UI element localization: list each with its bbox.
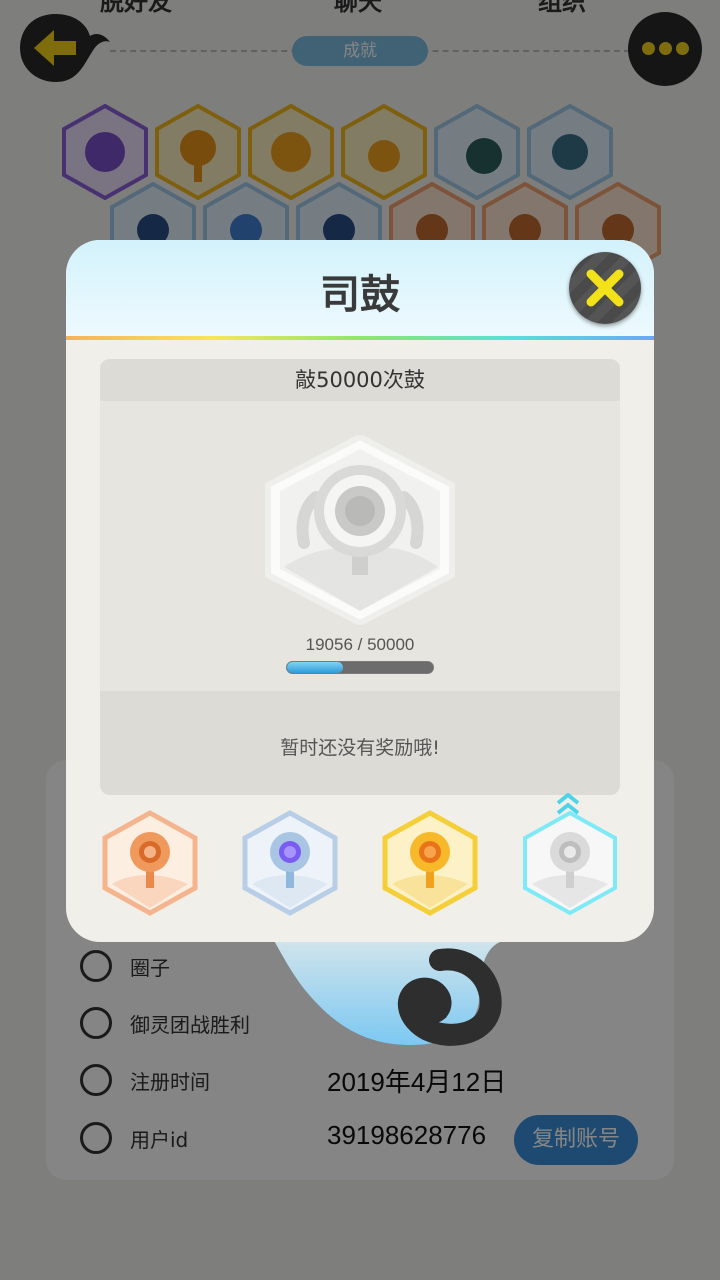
tier-badge-silver[interactable]	[242, 810, 338, 916]
achievement-modal: 司鼓 敲50000次鼓 19056 / 50000 暂时还没有奖励哦!	[66, 240, 654, 942]
close-button[interactable]	[569, 252, 641, 324]
drum-badge-icon	[265, 435, 455, 625]
tier-badge-bronze[interactable]	[102, 810, 198, 916]
modal-title: 司鼓	[320, 272, 400, 318]
progress-bar	[286, 661, 434, 674]
close-icon	[586, 269, 624, 307]
task-description: 敲50000次鼓	[100, 359, 620, 401]
header-rainbow-divider	[66, 336, 654, 340]
achievement-detail-panel: 敲50000次鼓 19056 / 50000 暂时还没有奖励哦!	[100, 359, 620, 795]
tier-badge-gold[interactable]	[382, 810, 478, 916]
progress-bar-fill	[287, 662, 343, 673]
modal-header: 司鼓	[66, 240, 654, 340]
reward-text: 暂时还没有奖励哦!	[280, 737, 440, 759]
progress-text: 19056 / 50000	[305, 635, 415, 654]
tier-badge-platinum[interactable]	[522, 810, 618, 916]
